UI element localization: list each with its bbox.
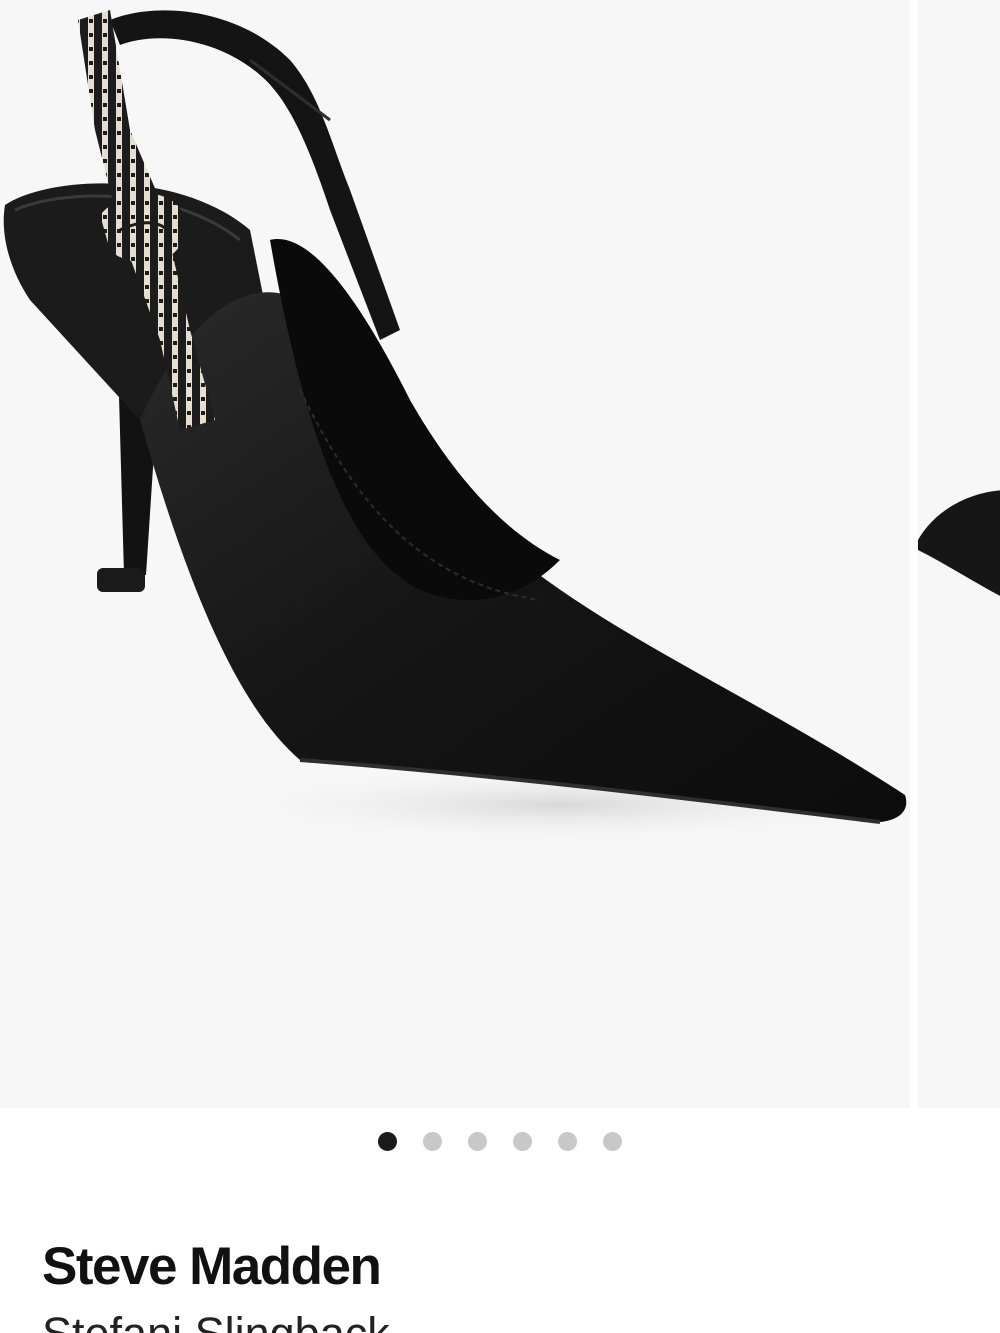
product-name: Stefani Slingback xyxy=(42,1308,390,1333)
product-image-next-peek[interactable] xyxy=(918,0,1000,1108)
product-page: Steve Madden Stefani Slingback xyxy=(0,0,1000,1333)
pagination-dot-1[interactable] xyxy=(378,1132,397,1151)
pagination-dot-6[interactable] xyxy=(603,1132,622,1151)
pagination-dot-4[interactable] xyxy=(513,1132,532,1151)
shoe-illustration xyxy=(3,10,910,845)
next-shoe-illustration xyxy=(918,490,1000,596)
product-image-carousel[interactable] xyxy=(0,0,1000,1108)
pagination-dot-2[interactable] xyxy=(423,1132,442,1151)
carousel-pagination xyxy=(0,1132,1000,1151)
pagination-dot-5[interactable] xyxy=(558,1132,577,1151)
pagination-dot-3[interactable] xyxy=(468,1132,487,1151)
product-image-main[interactable] xyxy=(0,0,910,1108)
brand-name[interactable]: Steve Madden xyxy=(42,1236,382,1297)
